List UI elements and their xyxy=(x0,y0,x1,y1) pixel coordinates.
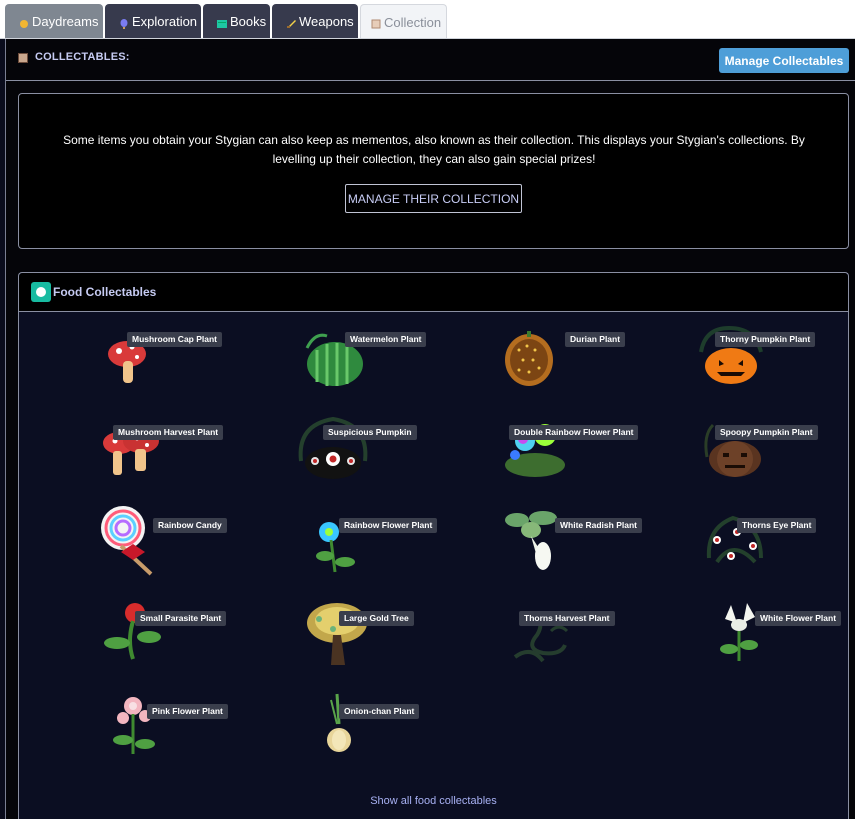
item-label: Thorny Pumpkin Plant xyxy=(715,332,816,347)
item-label: Suspicious Pumpkin xyxy=(323,425,417,440)
collectable-suspicious-pumpkin[interactable]: Suspicious Pumpkin xyxy=(289,416,489,515)
collectable-onion-chan-plant[interactable]: Onion-chan Plant xyxy=(289,693,489,794)
collectable-rainbow-flower-plant[interactable]: Rainbow Flower Plant xyxy=(289,518,489,608)
pink-flower-icon xyxy=(113,697,155,754)
collectable-rainbow-candy[interactable]: Rainbow Candy xyxy=(99,506,299,608)
food-collectables-card: Food Collectables Mushroom Cap Plant Wat… xyxy=(18,272,849,819)
tab-bar: Daydreams Exploration Books Weapons Coll… xyxy=(0,0,855,39)
sword-icon xyxy=(286,17,296,28)
item-label: Thorns Eye Plant xyxy=(737,518,817,533)
radish-icon xyxy=(505,511,557,570)
item-label: Large Gold Tree xyxy=(339,611,414,626)
collectable-white-flower-plant[interactable]: White Flower Plant xyxy=(689,603,855,701)
balloon-icon xyxy=(119,17,129,29)
panel-header: COLLECTABLES: Manage Collectables xyxy=(6,39,855,81)
collectable-spoopy-pumpkin-plant[interactable]: Spoopy Pumpkin Plant xyxy=(689,423,855,515)
rainbow-candy-icon xyxy=(101,506,153,576)
show-all-food-collectables-link[interactable]: Show all food collectables xyxy=(19,795,848,807)
manage-collectables-button[interactable]: Manage Collectables xyxy=(719,48,849,73)
tab-daydreams[interactable]: Daydreams xyxy=(5,4,103,39)
item-label: Durian Plant xyxy=(565,332,626,347)
tab-weapons[interactable]: Weapons xyxy=(272,4,358,39)
food-collectables-header: Food Collectables xyxy=(19,273,848,312)
manage-their-collection-button[interactable]: MANAGE THEIR COLLECTION xyxy=(345,184,522,213)
collectable-durian-plant[interactable]: Durian Plant xyxy=(489,331,689,422)
item-label: Small Parasite Plant xyxy=(135,611,227,626)
intro-text: Some items you obtain your Stygian can a… xyxy=(63,133,805,166)
collectable-thorny-pumpkin-plant[interactable]: Thorny Pumpkin Plant xyxy=(689,325,855,422)
item-label: Spoopy Pumpkin Plant xyxy=(715,425,818,440)
item-label: Thorns Harvest Plant xyxy=(519,611,615,626)
collectable-pink-flower-plant[interactable]: Pink Flower Plant xyxy=(99,697,299,794)
collectables-panel: COLLECTABLES: Manage Collectables Some i… xyxy=(5,39,855,819)
item-label: White Flower Plant xyxy=(755,611,842,626)
tab-exploration[interactable]: Exploration xyxy=(105,4,201,39)
tab-label: Books xyxy=(230,14,267,29)
book-icon xyxy=(217,17,227,28)
item-label: Mushroom Harvest Plant xyxy=(113,425,224,440)
tab-collection[interactable]: Collection xyxy=(360,4,447,39)
collectable-mushroom-harvest-plant[interactable]: Mushroom Harvest Plant xyxy=(99,425,299,515)
onion-icon xyxy=(327,693,351,752)
collectable-mushroom-cap-plant[interactable]: Mushroom Cap Plant xyxy=(99,332,299,422)
page-title: COLLECTABLES: xyxy=(35,51,130,63)
item-label: Double Rainbow Flower Plant xyxy=(509,425,639,440)
durian-icon xyxy=(505,331,553,386)
food-icon xyxy=(31,282,51,302)
sun-icon xyxy=(19,17,29,28)
collectable-large-gold-tree[interactable]: Large Gold Tree xyxy=(289,603,489,701)
item-label: Rainbow Candy xyxy=(153,518,227,533)
tab-label: Daydreams xyxy=(32,14,99,29)
tab-label: Exploration xyxy=(132,14,198,29)
item-label: Mushroom Cap Plant xyxy=(127,332,223,347)
collectable-thorns-eye-plant[interactable]: Thorns Eye Plant xyxy=(689,515,855,608)
collectable-double-rainbow-flower-plant[interactable]: Double Rainbow Flower Plant xyxy=(489,424,689,515)
item-label: Onion-chan Plant xyxy=(339,704,420,719)
suspicious-pumpkin-icon xyxy=(298,416,368,479)
tab-label: Weapons xyxy=(299,14,354,29)
gold-tree-icon xyxy=(307,603,367,665)
tab-books[interactable]: Books xyxy=(203,4,270,39)
item-label: Rainbow Flower Plant xyxy=(339,518,438,533)
item-label: White Radish Plant xyxy=(555,518,642,533)
section-title: Food Collectables xyxy=(53,285,157,299)
item-label: Watermelon Plant xyxy=(345,332,427,347)
box-icon xyxy=(18,53,28,63)
tab-label: Collection xyxy=(384,14,442,30)
collectable-small-parasite-plant[interactable]: Small Parasite Plant xyxy=(99,603,299,701)
item-label: Pink Flower Plant xyxy=(147,704,228,719)
collectable-white-radish-plant[interactable]: White Radish Plant xyxy=(489,511,689,608)
box-icon xyxy=(371,17,381,29)
collectable-thorns-harvest-plant[interactable]: Thorns Harvest Plant xyxy=(489,611,689,701)
collectable-watermelon-plant[interactable]: Watermelon Plant xyxy=(289,332,489,422)
intro-card: Some items you obtain your Stygian can a… xyxy=(18,93,849,249)
